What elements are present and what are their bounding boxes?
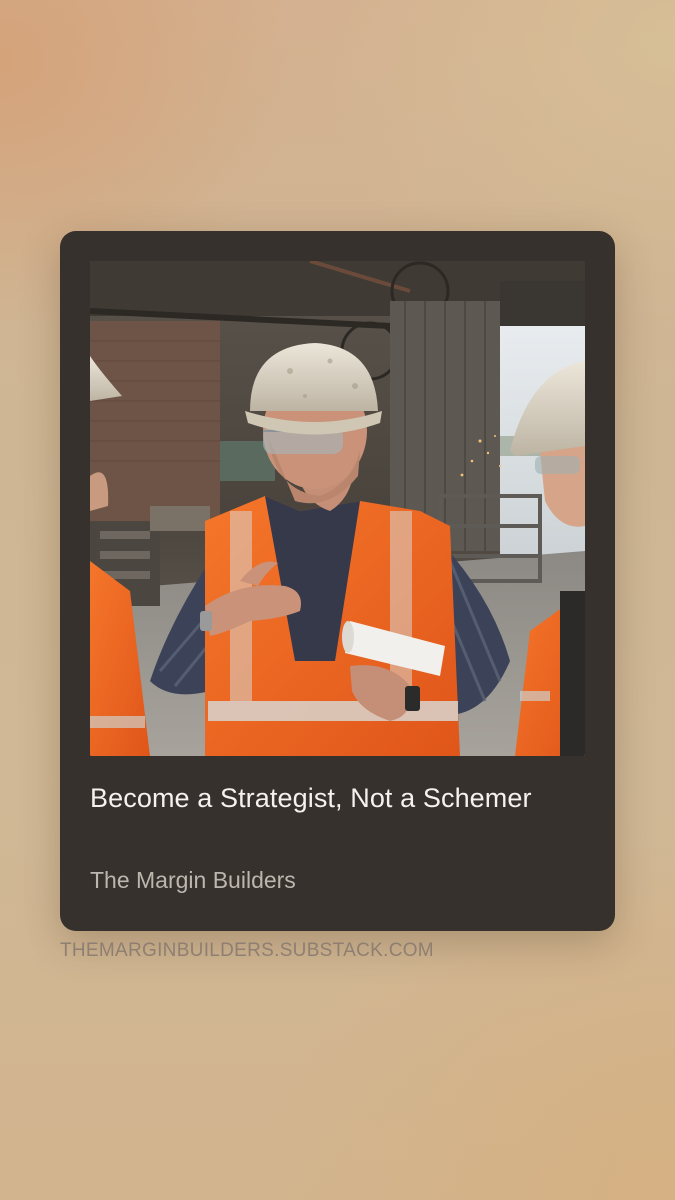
post-title[interactable]: Become a Strategist, Not a Schemer: [90, 779, 570, 817]
publication-name[interactable]: The Margin Builders: [90, 865, 296, 895]
site-url[interactable]: THEMARGINBUILDERS.SUBSTACK.COM: [60, 938, 434, 964]
post-card[interactable]: Become a Strategist, Not a Schemer The M…: [60, 231, 615, 931]
factory-workers-illustration: [90, 261, 585, 756]
post-hero-image[interactable]: [90, 261, 585, 756]
